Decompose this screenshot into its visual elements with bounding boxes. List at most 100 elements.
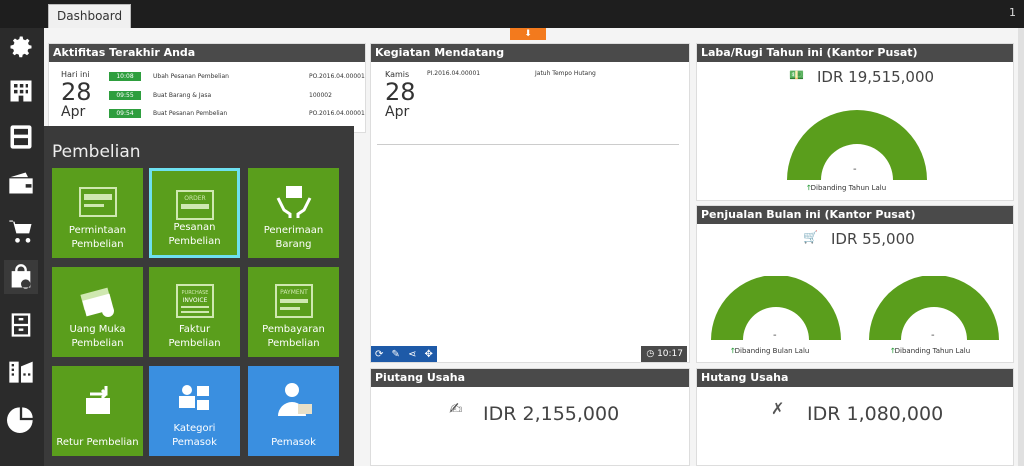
pie-chart-icon[interactable] — [4, 402, 38, 436]
activity-doc: PO.2016.04.00001 — [309, 110, 365, 117]
laba-amount: IDR 19,515,000 — [817, 68, 935, 86]
tile-label: Pembelian — [267, 338, 320, 349]
hutang-amount: IDR 1,080,000 — [807, 403, 944, 425]
gauge-caption: 🡑Dibanding Bulan Lalu — [731, 347, 810, 355]
panel-penjualan: Penjualan Bulan ini (Kantor Pusat) 🛒 IDR… — [696, 205, 1014, 363]
company-icon[interactable] — [4, 354, 38, 388]
payment-icon: PAYMENT — [248, 281, 339, 321]
tile-label: Penerimaan — [263, 225, 324, 236]
cart-icon: 🛒 — [803, 230, 818, 244]
panel-laba-rugi: Laba/Rugi Tahun ini (Kantor Pusat) 💵 IDR… — [696, 43, 1014, 201]
shopping-bag-icon[interactable] — [4, 260, 38, 294]
tile-label: Pembayaran — [262, 324, 325, 335]
panel-title: Piutang Usaha — [371, 369, 689, 387]
divider — [377, 144, 679, 145]
activity-doc: 100002 — [309, 92, 332, 99]
panel-kegiatan: Kegiatan Mendatang Kamis 28 Apr PI.2016.… — [370, 43, 690, 363]
panel-title: Kegiatan Mendatang — [371, 44, 689, 62]
invoice-icon-text: PURCHASE — [181, 290, 208, 296]
tile-label: Pembelian — [71, 239, 124, 250]
tile-label: Permintaan — [68, 225, 127, 236]
payable-icon: ✗ — [771, 399, 785, 418]
activity-desc: Buat Barang & Jasa — [153, 92, 212, 99]
clock-icon: ◷ — [646, 349, 658, 359]
invoice-icon: PURCHASE INVOICE — [149, 281, 240, 321]
piutang-amount: IDR 2,155,000 — [483, 403, 620, 425]
move-icon[interactable]: ✥ — [425, 349, 433, 360]
sidebar — [0, 28, 44, 466]
receivable-icon: ✍ — [449, 399, 463, 418]
money-icon: 💵 — [789, 68, 804, 82]
tile-pembayaran-pembelian[interactable]: PAYMENT Pembayaran Pembelian — [248, 267, 339, 357]
order-icon-text: ORDER — [184, 195, 205, 202]
tile-label: Barang — [275, 239, 312, 250]
tab-dashboard[interactable]: Dashboard — [48, 4, 132, 28]
gauge-caption: 🡑Dibanding Tahun Lalu — [807, 184, 887, 192]
cart-icon[interactable] — [4, 214, 38, 248]
refresh-icon[interactable]: ⟳ — [375, 349, 383, 360]
gauge-caption: 🡑Dibanding Tahun Lalu — [891, 347, 971, 355]
supplier-category-icon — [149, 380, 240, 420]
archive-icon[interactable] — [4, 308, 38, 342]
activity-desc: Ubah Pesanan Pembelian — [153, 73, 229, 80]
penjualan-amount: IDR 55,000 — [831, 230, 915, 248]
tile-label: Faktur — [178, 324, 211, 335]
wallet-icon[interactable] — [4, 166, 38, 200]
date-month: Apr — [385, 104, 410, 120]
panel-title: Aktifitas Terakhir Anda — [49, 44, 365, 62]
calculator-icon[interactable] — [4, 120, 38, 154]
gauge-value: - — [853, 164, 857, 175]
scrollbar[interactable] — [1018, 28, 1024, 466]
panel-piutang: Piutang Usaha ✍ IDR 2,155,000 — [370, 368, 690, 466]
tile-retur-pembelian[interactable]: Retur Pembelian — [52, 366, 143, 456]
order-icon: ORDER — [152, 185, 237, 225]
laba-gauge — [787, 110, 927, 180]
date-box: Hari ini 28 Apr — [61, 70, 92, 119]
tile-pemasok[interactable]: Pemasok — [248, 366, 339, 456]
tile-pesanan-pembelian[interactable]: ORDER Pesanan Pembelian — [149, 168, 240, 258]
request-icon — [52, 182, 143, 222]
activity-desc: Buat Pesanan Pembelian — [153, 110, 228, 117]
date-month: Apr — [61, 104, 86, 120]
panel-title: Laba/Rugi Tahun ini (Kantor Pusat) — [697, 44, 1013, 62]
tile-label: Pesanan — [173, 222, 216, 233]
activity-time: 09:54 — [109, 109, 141, 118]
money-icon — [52, 281, 143, 321]
receive-goods-icon — [248, 182, 339, 222]
tile-label: Uang Muka — [69, 324, 126, 335]
panel-title: Penjualan Bulan ini (Kantor Pusat) — [697, 206, 1013, 224]
return-icon — [52, 380, 143, 420]
tile-permintaan-pembelian[interactable]: Permintaan Pembelian — [52, 168, 143, 258]
tile-label: Pemasok — [172, 437, 217, 448]
date-box: Kamis 28 Apr — [385, 70, 416, 119]
panel-hutang: Hutang Usaha ✗ IDR 1,080,000 — [696, 368, 1014, 466]
event-desc: Jatuh Tempo Hutang — [535, 70, 596, 77]
supplier-icon — [248, 380, 339, 420]
activity-time: 09:55 — [109, 91, 141, 100]
pembelian-menu: Pembelian Permintaan Pembelian ORDER Pesa… — [44, 126, 354, 466]
gauge-value: - — [931, 330, 935, 341]
tile-label: Pembelian — [168, 236, 221, 247]
tile-penerimaan-barang[interactable]: Penerimaan Barang — [248, 168, 339, 258]
tile-label: Kategori — [173, 423, 216, 434]
panel-title: Hutang Usaha — [697, 369, 1013, 387]
activity-doc: PO.2016.04.00001 — [309, 73, 365, 80]
building-icon[interactable] — [4, 74, 38, 108]
pencil-icon[interactable]: ✎ — [392, 349, 400, 360]
share-icon[interactable]: ⋖ — [408, 349, 416, 360]
gauge-value: - — [773, 330, 777, 341]
top-right-indicator[interactable]: 1 — [1009, 6, 1016, 19]
menu-title: Pembelian — [52, 142, 141, 162]
tile-faktur-pembelian[interactable]: PURCHASE INVOICE Faktur Pembelian — [149, 267, 240, 357]
event-doc[interactable]: PI.2016.04.00001 — [427, 70, 480, 77]
tile-kategori-pemasok[interactable]: Kategori Pemasok — [149, 366, 240, 456]
collapse-toggle-button[interactable]: ⬇ — [510, 28, 546, 40]
clock-display: ◷ 10:17 — [641, 346, 687, 362]
tile-label: Pembelian — [168, 338, 221, 349]
gear-icon[interactable] — [4, 30, 38, 64]
tile-label: Pembelian — [71, 338, 124, 349]
panel-aktifitas: Aktifitas Terakhir Anda Hari ini 28 Apr … — [48, 43, 366, 133]
tile-uang-muka-pembelian[interactable]: Uang Muka Pembelian — [52, 267, 143, 357]
tile-label: Retur Pembelian — [56, 437, 139, 448]
date-number: 28 — [61, 78, 92, 106]
